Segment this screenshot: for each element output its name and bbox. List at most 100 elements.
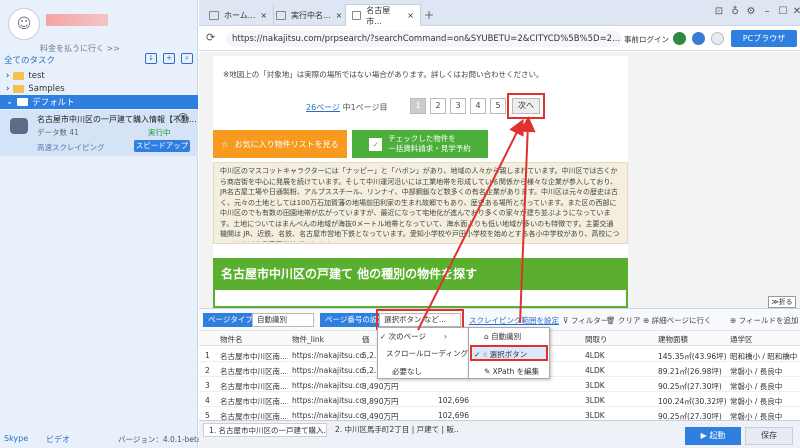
area-info-text: 中川区のマスコットキャラクターには「ナッピー」と「ハボン」があり、地域の人々から… [220,167,620,242]
bulk-request-button[interactable]: ✓ チェックした物件を 一括資料請求・見学予約 [352,130,488,158]
table-cell: 4LDK [585,351,605,360]
tab-running[interactable]: 実行中名... × [270,4,350,26]
pc-browser-select[interactable]: PCブラウザ [731,30,797,47]
column-header[interactable]: 物件名 [220,334,243,345]
minimize-icon[interactable]: – [761,6,773,18]
folder-default[interactable]: ⌄ デフォルト [0,95,198,109]
export-icon[interactable]: ↓ [145,53,157,64]
url-input[interactable]: https://nakajitsu.com/prpsearch/?searchC… [226,31,622,47]
table-cell: 3LDK [585,396,605,405]
table-cell: 3,890万円 [362,397,399,406]
table-cell: 名古屋市中川区南... [220,352,288,361]
column-header[interactable]: 通学区 [730,334,753,345]
folder-icon [13,85,25,93]
user-name-redacted [46,14,108,26]
page-button-3[interactable]: 3 [450,98,466,114]
avatar[interactable]: ☺ [8,8,40,40]
table-cell: 102,696 [438,396,470,405]
chevron-right-icon: › [444,332,448,341]
status-badge: 実行中 [148,128,171,137]
close-window-icon[interactable]: ✕ [791,6,800,18]
page-button-1[interactable]: 1 [410,98,426,114]
tab-home[interactable]: ホーム... × [203,4,275,26]
menu-item-auto-detect[interactable]: ⌂ 自動識別 [484,331,521,342]
gift-icon[interactable]: ⊡ [713,6,725,18]
pre-login-button[interactable]: 事前ログイン [624,34,669,45]
save-button[interactable]: 保存 [745,427,793,445]
table-cell: 常磐小 / 長良中 [730,367,783,376]
fast-scrape-label: 高速スクレイピング [37,143,105,152]
table-cell: 3LDK [585,411,605,420]
speedup-button[interactable]: スピードアップ [134,140,190,152]
reload-icon[interactable]: ⟳ [206,31,215,44]
table-cell: 100.24㎡(30.32坪) [658,397,727,406]
table-cell: 145.35㎡(43.96坪) [658,352,727,361]
check-icon: ✓ [474,350,483,359]
version-label: バージョン：4.0.1-beta.6 [118,435,209,444]
table-cell: 90.25㎡(27.30坪) [658,382,722,391]
scrape-range-link[interactable]: スクレイピング範囲を設定 [469,315,559,326]
collapse-button[interactable]: ≫折る [768,296,796,308]
pagination-info: 26ページ 中1ページ目 [306,103,388,112]
maximize-icon[interactable]: ☐ [777,6,789,18]
new-tab-button[interactable]: + [424,8,434,22]
step-tab-1[interactable]: 1. 名古屋市中川区の一戸建て購入... [203,423,327,437]
page-type-select[interactable]: 自動識別 [252,313,314,327]
video-link[interactable]: ビデオ [46,434,70,445]
settings-icon[interactable] [711,32,724,45]
close-icon[interactable]: ✕ [178,113,188,123]
home-icon [209,10,219,20]
page-button-5[interactable]: 5 [490,98,506,114]
trash-icon: 🗑 [606,316,618,325]
all-tasks-label[interactable]: 全てのタスク [4,54,55,66]
link-icon: ⊕ [643,316,652,325]
table-cell: 名古屋市中川区南... [220,382,288,391]
gear-icon[interactable]: ⚙ [745,6,757,18]
folder-test[interactable]: › test [6,71,45,81]
tshirt-icon[interactable]: ♁ [729,6,741,18]
chevron-down-icon: ⌄ [6,97,14,107]
page-button-4[interactable]: 4 [470,98,486,114]
menu-item-none[interactable]: 必要なし [392,366,422,377]
menu-item-select-button[interactable]: ✓ ☝ 選択ボタン [474,349,527,360]
upgrade-link[interactable]: 料金を払うに行く >> [40,43,120,54]
extension-icon[interactable] [673,32,686,45]
total-pages-link[interactable]: 26ページ [306,103,340,112]
table-cell: https://nakajitsu.co... [292,396,364,405]
check-icon: ✓ [380,332,389,341]
clear-button[interactable]: 🗑 クリア [606,315,640,326]
next-page-highlight [507,93,545,119]
page-button-2[interactable]: 2 [430,98,446,114]
table-cell: 3,490万円 [362,382,399,391]
filter-button[interactable]: ⊽ フィルター [563,315,608,326]
search-icon[interactable]: ⌕ [181,53,193,64]
table-cell: 2 [205,366,210,375]
step-tab-2[interactable]: 2. 中川区馬手町2丁目 | 戸建て | 販... [330,423,458,437]
table-cell: 89.21㎡(26.98坪) [658,367,722,376]
column-header[interactable]: 間取り [585,334,608,345]
menu-item-scroll-loading[interactable]: スクロールローディング [386,348,468,359]
table-cell: 102,696 [438,411,470,420]
column-header[interactable]: 物件_link [292,334,324,345]
folder-samples[interactable]: › Samples [6,84,65,94]
table-cell: 常磐小 / 長良中 [730,382,783,391]
page-icon [276,10,286,20]
checkbox-icon: ✓ [369,137,383,151]
skype-link[interactable]: Skype [4,434,28,443]
tab-nagoya[interactable]: 名古屋市... × [345,4,421,26]
close-icon[interactable]: × [407,11,414,20]
add-field-button[interactable]: ⊕ フィールドを追加 [730,315,799,326]
menu-item-next-page[interactable]: ✓ 次のページ › [380,331,447,342]
menu-item-edit-xpath[interactable]: ✎ XPath を編集 [484,366,539,377]
favorite-list-button[interactable]: ☆ お気に入り物件リストを見る [213,130,347,158]
extension-icon[interactable] [692,32,705,45]
start-button[interactable]: ▶ 起動 [685,427,741,445]
chevron-right-icon: › [6,84,10,94]
task-name: 名古屋市中川区の一戸建て購入情報【不動... [37,115,197,124]
column-header[interactable]: 価 [362,334,370,345]
close-icon[interactable]: × [336,11,343,20]
detail-page-button[interactable]: ⊕ 詳細ページに行く [643,315,712,326]
close-icon[interactable]: × [260,11,267,20]
new-folder-icon[interactable]: + [163,53,175,64]
column-header[interactable]: 建物面積 [658,334,688,345]
